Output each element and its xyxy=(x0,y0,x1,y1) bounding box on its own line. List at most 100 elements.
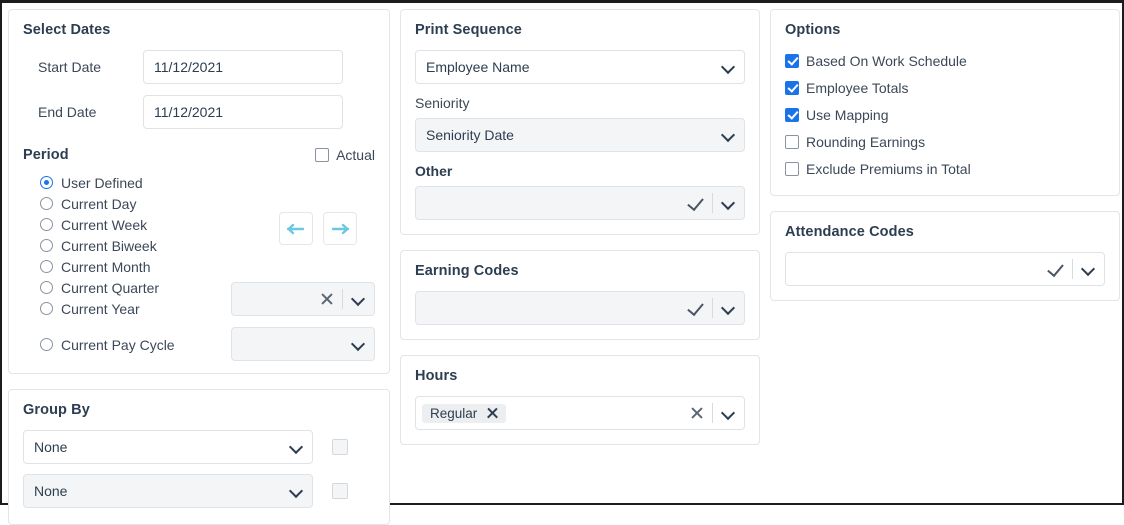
option-rounding-earnings[interactable]: Rounding Earnings xyxy=(785,131,1105,152)
chevron-down-icon[interactable] xyxy=(1080,261,1096,277)
radio-indicator[interactable] xyxy=(40,197,53,210)
radio-label: Current Year xyxy=(61,300,140,317)
radio-current-week[interactable]: Current Week xyxy=(23,214,218,235)
chip-label: Regular xyxy=(430,405,478,421)
confirm-check-icon[interactable] xyxy=(1047,260,1065,278)
options-title: Options xyxy=(785,22,841,38)
option-checkbox[interactable] xyxy=(785,107,799,122)
quarter-year-select[interactable] xyxy=(231,282,375,316)
radio-indicator[interactable] xyxy=(40,239,53,252)
quarter-year-select-wrap xyxy=(231,282,375,316)
earning-codes-title: Earning Codes xyxy=(415,263,519,279)
chevron-down-icon[interactable] xyxy=(288,439,304,455)
attendance-codes-select[interactable] xyxy=(785,252,1105,286)
group-by-checkbox-2[interactable] xyxy=(332,483,348,499)
radio-label: Current Pay Cycle xyxy=(61,336,175,353)
hours-title: Hours xyxy=(415,368,458,384)
option-employee-totals[interactable]: Employee Totals xyxy=(785,77,1105,98)
radio-user-defined[interactable]: User Defined xyxy=(23,172,218,193)
radio-current-pay-cycle[interactable]: Current Pay Cycle xyxy=(23,334,218,355)
chevron-down-icon[interactable] xyxy=(720,127,736,143)
chip-remove-icon[interactable] xyxy=(486,407,499,420)
group-by-title: Group By xyxy=(23,402,90,418)
options-panel: Options Based On Work Schedule Employee … xyxy=(770,9,1120,196)
chevron-down-icon[interactable] xyxy=(720,59,736,75)
hours-chip-container: Regular xyxy=(422,403,689,423)
chevron-down-icon[interactable] xyxy=(720,195,736,211)
option-use-mapping[interactable]: Use Mapping xyxy=(785,104,1105,125)
clear-icon[interactable] xyxy=(319,291,335,307)
divider xyxy=(1072,259,1073,279)
period-next-button[interactable] xyxy=(323,212,357,245)
print-sequence-select[interactable]: Employee Name xyxy=(415,50,745,84)
group-by-select-1[interactable]: None xyxy=(23,430,313,464)
divider xyxy=(712,193,713,213)
right-column: Options Based On Work Schedule Employee … xyxy=(770,9,1120,301)
group-by-value-2: None xyxy=(34,483,68,499)
other-label: Other xyxy=(415,163,453,179)
earning-codes-select[interactable] xyxy=(415,291,745,325)
period-nav-buttons xyxy=(279,212,357,245)
group-by-checkbox-1[interactable] xyxy=(332,439,348,455)
option-label: Employee Totals xyxy=(806,79,909,96)
end-date-label: End Date xyxy=(38,104,97,120)
period-header: Period Actual xyxy=(23,147,375,163)
group-by-row-2: None xyxy=(23,474,375,508)
option-exclude-premiums-in-total[interactable]: Exclude Premiums in Total xyxy=(785,158,1105,179)
print-sequence-value: Employee Name xyxy=(426,59,530,75)
option-checkbox[interactable] xyxy=(785,134,799,149)
radio-label: Current Quarter xyxy=(61,279,160,296)
actual-label: Actual xyxy=(336,147,375,163)
radio-indicator[interactable] xyxy=(40,281,53,294)
seniority-label: Seniority xyxy=(415,95,470,111)
pay-cycle-select[interactable] xyxy=(231,327,375,361)
chevron-down-icon[interactable] xyxy=(350,291,366,307)
divider xyxy=(712,403,713,423)
hours-chip-regular[interactable]: Regular xyxy=(422,403,507,423)
chevron-down-icon[interactable] xyxy=(720,405,736,421)
chevron-down-icon[interactable] xyxy=(288,483,304,499)
chevron-down-icon[interactable] xyxy=(720,300,736,316)
group-by-select-2[interactable]: None xyxy=(23,474,313,508)
report-parameters-page: Select Dates Start Date 11/12/2021 End D… xyxy=(0,0,1124,525)
option-checkbox[interactable] xyxy=(785,80,799,95)
seniority-select[interactable]: Seniority Date xyxy=(415,118,745,152)
radio-current-day[interactable]: Current Day xyxy=(23,193,218,214)
earning-codes-panel: Earning Codes xyxy=(400,250,760,340)
clear-icon[interactable] xyxy=(689,405,705,421)
confirm-check-icon[interactable] xyxy=(687,299,705,317)
actual-checkbox-row[interactable]: Actual xyxy=(315,147,375,163)
other-select[interactable] xyxy=(415,186,745,220)
radio-current-biweek[interactable]: Current Biweek xyxy=(23,235,218,256)
attendance-codes-title: Attendance Codes xyxy=(785,224,914,240)
radio-current-month[interactable]: Current Month xyxy=(23,256,218,277)
radio-indicator[interactable] xyxy=(40,260,53,273)
option-checkbox[interactable] xyxy=(785,53,799,68)
end-date-row: End Date 11/12/2021 xyxy=(23,95,375,129)
radio-current-year[interactable]: Current Year xyxy=(23,298,218,319)
start-date-label: Start Date xyxy=(38,59,102,75)
columns-layout: Select Dates Start Date 11/12/2021 End D… xyxy=(2,3,1122,525)
option-label: Exclude Premiums in Total xyxy=(806,160,971,177)
period-label: Period xyxy=(23,147,69,163)
group-by-value-1: None xyxy=(34,439,68,455)
hours-multiselect[interactable]: Regular xyxy=(415,396,745,430)
seniority-value: Seniority Date xyxy=(426,127,514,143)
print-sequence-title: Print Sequence xyxy=(415,22,522,38)
actual-checkbox[interactable] xyxy=(315,148,330,162)
middle-column: Print Sequence Employee Name Seniority S… xyxy=(400,9,760,445)
end-date-value: 11/12/2021 xyxy=(154,104,224,120)
period-previous-button[interactable] xyxy=(279,212,313,245)
radio-indicator[interactable] xyxy=(40,218,53,231)
radio-indicator[interactable] xyxy=(40,302,53,315)
end-date-input[interactable]: 11/12/2021 xyxy=(143,95,343,129)
chevron-down-icon[interactable] xyxy=(350,336,366,352)
radio-current-quarter[interactable]: Current Quarter xyxy=(23,277,218,298)
radio-indicator[interactable] xyxy=(40,338,53,351)
option-based-on-work-schedule[interactable]: Based On Work Schedule xyxy=(785,50,1105,71)
radio-label: Current Week xyxy=(61,216,148,233)
option-checkbox[interactable] xyxy=(785,161,799,176)
confirm-check-icon[interactable] xyxy=(687,194,705,212)
start-date-input[interactable]: 11/12/2021 xyxy=(143,50,343,84)
radio-indicator[interactable] xyxy=(40,176,53,189)
